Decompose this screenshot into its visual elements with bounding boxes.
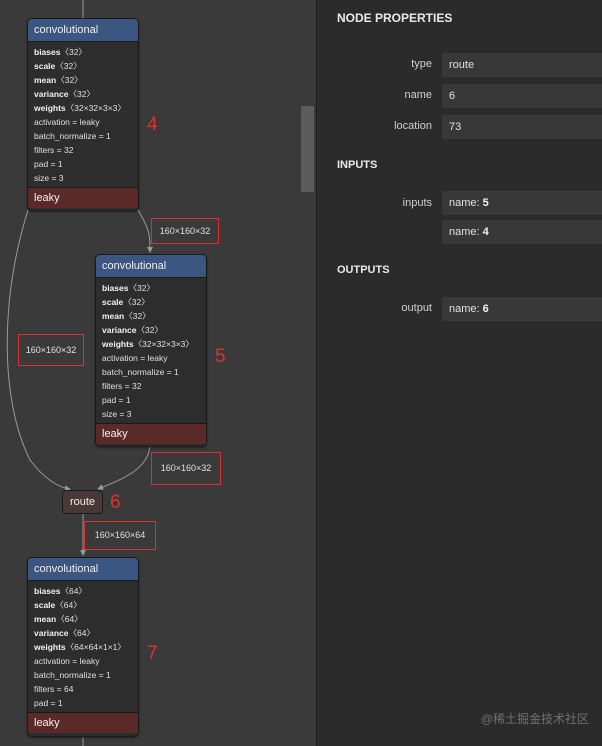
edge-shape-label: 160×160×32 (18, 334, 84, 366)
output-item[interactable]: name: 6 (442, 297, 602, 321)
attr-variance: variance〈32〉 (102, 325, 163, 335)
attr-biases: biases〈32〉 (102, 283, 155, 293)
attr-scale: scale〈32〉 (102, 297, 150, 307)
attr-filters: filters = 32 (102, 381, 142, 391)
node-attributes: biases〈64〉 scale〈64〉 mean〈64〉 variance〈6… (28, 581, 138, 712)
attr-pad: pad = 1 (34, 159, 63, 169)
node-title[interactable]: convolutional (28, 19, 138, 42)
attr-biases: biases〈32〉 (34, 47, 87, 57)
node-activation-footer[interactable]: leaky (96, 423, 206, 444)
edge-shape-label: 160×160×64 (84, 521, 156, 550)
node-convolutional-7[interactable]: convolutional biases〈64〉 scale〈64〉 mean〈… (27, 557, 139, 737)
annotation-label: 5 (215, 346, 226, 367)
edge-5-route (97, 445, 151, 490)
property-value-location[interactable]: 73 (442, 115, 602, 139)
edge-shape-label: 160×160×32 (151, 452, 221, 485)
input-item[interactable]: name: 4 (442, 220, 602, 244)
node-activation-footer[interactable]: leaky (28, 187, 138, 208)
attr-mean: mean〈32〉 (102, 311, 151, 321)
attr-size: size = 3 (34, 173, 64, 183)
annotation-label: 6 (110, 492, 121, 513)
attr-batch-normalize: batch_normalize = 1 (102, 367, 179, 377)
scrollbar-thumb[interactable] (301, 106, 314, 192)
node-title[interactable]: convolutional (96, 255, 206, 278)
outputs-section-title: OUTPUTS (337, 264, 390, 276)
inputs-section-title: INPUTS (337, 159, 378, 171)
node-attributes: biases〈32〉 scale〈32〉 mean〈32〉 variance〈3… (96, 278, 206, 423)
annotation-label: 7 (147, 643, 158, 664)
watermark: @稀土掘金技术社区 (480, 712, 589, 726)
annotation-label: 4 (147, 114, 158, 135)
attr-variance: variance〈32〉 (34, 89, 95, 99)
panel-title: NODE PROPERTIES (337, 11, 453, 25)
attr-pad: pad = 1 (102, 395, 131, 405)
attr-scale: scale〈64〉 (34, 600, 82, 610)
attr-activation: activation = leaky (34, 656, 100, 666)
attr-weights: weights〈32×32×3×3〉 (102, 339, 194, 349)
edge-shape-label: 160×160×32 (151, 218, 219, 244)
property-label-type: type (411, 58, 432, 70)
property-label-location: location (394, 120, 432, 132)
attr-mean: mean〈32〉 (34, 75, 83, 85)
attr-activation: activation = leaky (34, 117, 100, 127)
edge-4-5 (137, 209, 153, 253)
attr-batch-normalize: batch_normalize = 1 (34, 670, 111, 680)
node-attributes: biases〈32〉 scale〈32〉 mean〈32〉 variance〈3… (28, 42, 138, 187)
attr-biases: biases〈64〉 (34, 586, 87, 596)
inputs-label: inputs (402, 197, 432, 209)
attr-filters: filters = 64 (34, 684, 74, 694)
attr-variance: variance〈64〉 (34, 628, 95, 638)
node-title[interactable]: convolutional (28, 558, 138, 581)
attr-weights: weights〈32×32×3×3〉 (34, 103, 126, 113)
property-value-type[interactable]: route (442, 53, 602, 77)
attr-mean: mean〈64〉 (34, 614, 83, 624)
node-route-6[interactable]: route (62, 490, 103, 514)
attr-pad: pad = 1 (34, 698, 63, 708)
attr-activation: activation = leaky (102, 353, 168, 363)
node-properties-panel: NODE PROPERTIES type route name 6 locati… (316, 0, 602, 746)
attr-weights: weights〈64×64×1×1〉 (34, 642, 126, 652)
node-convolutional-4[interactable]: convolutional biases〈32〉 scale〈32〉 mean〈… (27, 18, 139, 211)
attr-filters: filters = 32 (34, 145, 74, 155)
attr-batch-normalize: batch_normalize = 1 (34, 131, 111, 141)
input-item[interactable]: name: 5 (442, 191, 602, 215)
property-label-name: name (404, 89, 432, 101)
attr-size: size = 3 (102, 409, 132, 419)
output-label: output (401, 302, 432, 314)
node-activation-footer[interactable]: leaky (28, 712, 138, 733)
graph-canvas[interactable]: convolutional biases〈32〉 scale〈32〉 mean〈… (0, 0, 316, 746)
node-convolutional-5[interactable]: convolutional biases〈32〉 scale〈32〉 mean〈… (95, 254, 207, 447)
property-value-name[interactable]: 6 (442, 84, 602, 108)
attr-scale: scale〈32〉 (34, 61, 82, 71)
